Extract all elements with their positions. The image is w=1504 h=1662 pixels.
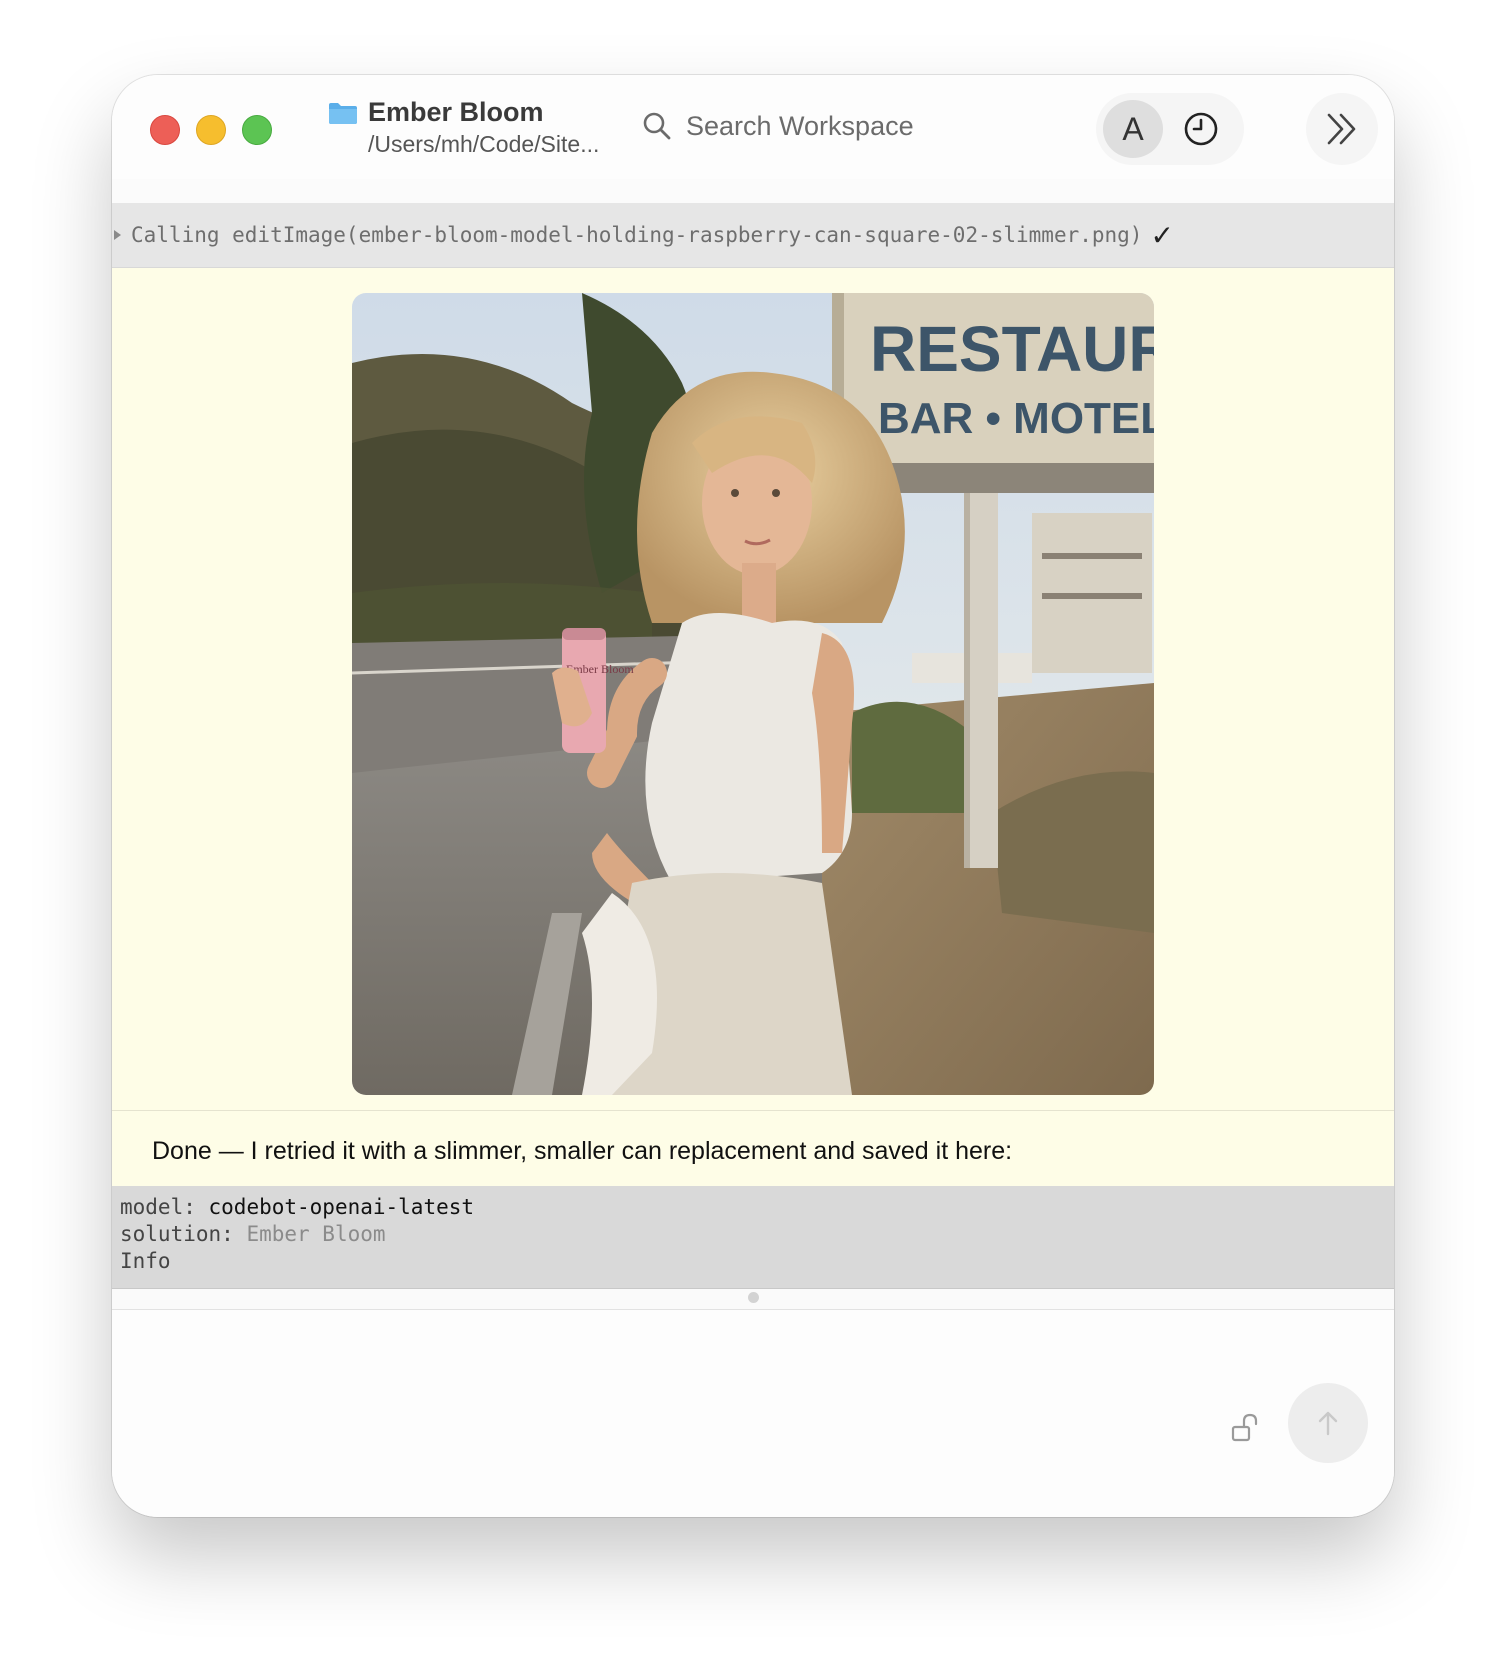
send-button[interactable]	[1288, 1383, 1368, 1463]
message-composer[interactable]	[112, 1310, 1394, 1517]
info-label[interactable]: Info	[120, 1249, 171, 1273]
model-key: model:	[120, 1195, 196, 1219]
history-button[interactable]	[1176, 104, 1226, 154]
solution-key: solution:	[120, 1222, 234, 1246]
zoom-window-button[interactable]	[242, 115, 272, 145]
tool-call-text: Calling editImage(ember-bloom-model-hold…	[131, 223, 1143, 247]
generated-image[interactable]: RESTAURA BAR • MOTEL Ember Bloom	[352, 293, 1154, 1095]
app-window: Ember Bloom /Users/mh/Code/Site... Searc…	[112, 75, 1394, 1517]
resize-splitter[interactable]	[112, 1289, 1394, 1310]
splitter-handle[interactable]	[748, 1292, 759, 1303]
sign-text-restaurant: RESTAURA	[870, 313, 1154, 385]
close-window-button[interactable]	[150, 115, 180, 145]
title-bar: Ember Bloom /Users/mh/Code/Site... Searc…	[112, 75, 1394, 180]
search-workspace[interactable]: Search Workspace	[642, 103, 914, 149]
assistant-message: Done — I retried it with a slimmer, smal…	[112, 1111, 1394, 1186]
transcript-top-strip	[112, 179, 1394, 204]
search-icon	[643, 112, 671, 140]
minimize-window-button[interactable]	[196, 115, 226, 145]
search-placeholder: Search Workspace	[686, 110, 914, 141]
assistant-message-text: Done — I retried it with a slimmer, smal…	[152, 1137, 1013, 1165]
image-result-panel: RESTAURA BAR • MOTEL Ember Bloom	[112, 268, 1394, 1111]
solution-value: Ember Bloom	[246, 1222, 386, 1246]
model-value: codebot-openai-latest	[208, 1195, 475, 1219]
checkmark-icon: ✓	[1150, 219, 1174, 251]
tool-call-row[interactable]: Calling editImage(ember-bloom-model-hold…	[112, 203, 1394, 268]
disclosure-triangle-icon[interactable]	[114, 230, 121, 240]
arrow-up-icon	[1318, 1411, 1338, 1436]
toggle-sidebar-button[interactable]	[1306, 93, 1378, 165]
info-panel: model: codebot-openai-latest solution: E…	[112, 1186, 1394, 1289]
lock-toggle-button[interactable]	[1228, 1410, 1264, 1446]
project-path: /Users/mh/Code/Site...	[368, 131, 600, 157]
avatar-button[interactable]: A	[1103, 100, 1163, 158]
solution-line: solution: Ember Bloom	[120, 1222, 386, 1246]
project-title[interactable]: Ember Bloom	[368, 97, 544, 128]
sign-text-bar-motel: BAR • MOTEL	[878, 394, 1154, 443]
unlock-icon	[1231, 1413, 1258, 1442]
model-line: model: codebot-openai-latest	[120, 1195, 474, 1219]
folder-icon	[329, 103, 357, 124]
clock-icon	[1184, 112, 1218, 146]
chevrons-right-icon	[1327, 113, 1356, 145]
